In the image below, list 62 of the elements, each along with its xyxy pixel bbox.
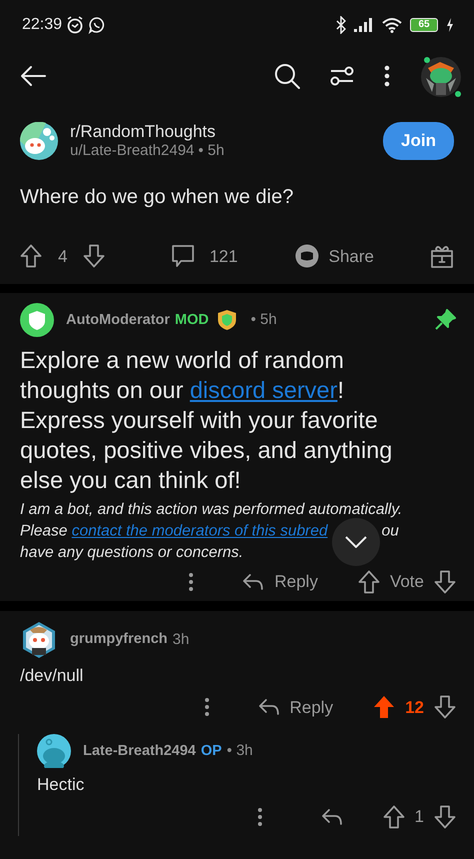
user-avatar-icon[interactable] [20, 620, 58, 659]
search-icon[interactable] [274, 63, 300, 89]
upvote-icon[interactable] [20, 244, 42, 268]
upvote-icon[interactable] [358, 570, 380, 594]
user-flair: MOD [174, 310, 209, 330]
alarm-icon [66, 16, 84, 34]
gift-icon[interactable] [430, 244, 454, 268]
vote-count: 12 [405, 696, 424, 719]
downvote-icon[interactable] [434, 695, 456, 720]
comment-time: • 5h [250, 310, 277, 330]
battery-icon: 65 [410, 18, 438, 32]
signal-icon [354, 18, 374, 32]
downvote-icon[interactable] [434, 570, 456, 594]
user-flair: OP [200, 742, 222, 761]
charging-icon [446, 18, 454, 32]
reply-icon [242, 572, 264, 591]
wifi-icon [382, 17, 402, 33]
comment-author[interactable]: grumpyfrench [70, 629, 168, 651]
post-author[interactable]: u/Late-Breath2494 [70, 142, 194, 160]
upvote-icon[interactable] [382, 804, 405, 829]
chevron-down-icon [344, 536, 367, 548]
comment-text: Hectic [37, 774, 86, 796]
menu-icon[interactable] [384, 65, 390, 87]
reply-icon [258, 698, 280, 716]
filter-icon[interactable] [330, 65, 354, 87]
comment-author[interactable]: Late-Breath2494 [83, 740, 196, 762]
comment-icon [171, 244, 196, 268]
post-time: • 5h [198, 142, 224, 160]
more-icon[interactable] [204, 697, 210, 718]
chat-icon [88, 16, 106, 34]
more-icon[interactable] [256, 806, 263, 827]
share-app-icon [294, 244, 319, 268]
comment-time: 3h [172, 630, 190, 650]
reply-button[interactable]: Reply [258, 694, 334, 720]
user-avatar-icon[interactable] [37, 734, 71, 768]
post-title: Where do we go when we die? [20, 185, 294, 210]
downvote-icon[interactable] [83, 244, 106, 268]
text-link[interactable]: discord server [190, 377, 338, 404]
comment-text: /dev/null [20, 664, 84, 687]
text-link[interactable]: contact the moderators of this subred [72, 522, 328, 540]
avatar-icon[interactable] [420, 54, 462, 98]
more-icon[interactable] [188, 572, 194, 592]
back-icon[interactable] [20, 65, 46, 87]
bot-notice: I am a bot, and this action was performed automatically. Please contact the moderators of this subred ou have any questions or concerns. [20, 499, 456, 563]
bluetooth-icon [336, 16, 346, 34]
reply-button[interactable]: Reply [242, 569, 318, 595]
comment-time: • 3h [226, 741, 253, 762]
clock-time: 22:39 [22, 15, 62, 35]
comments-button[interactable]: 121 [171, 244, 238, 270]
upvote-icon[interactable] [373, 695, 396, 720]
comment-author[interactable]: AutoModerator [66, 310, 170, 332]
vote-count: Vote [390, 571, 424, 594]
moderator-avatar-icon[interactable] [20, 303, 54, 338]
downvote-icon[interactable] [434, 804, 456, 829]
community-icon[interactable] [20, 122, 58, 160]
vote-count: 4 [58, 246, 68, 268]
join-button[interactable]: Join [383, 122, 454, 160]
vote-count: 1 [414, 806, 424, 828]
community-name[interactable]: r/RandomThoughts [70, 122, 224, 142]
reply-icon[interactable] [320, 808, 343, 826]
comment-heading: Explore a new world of random thoughts on our discord server! Express yourself with your favorite quotes, positive vibes, and anything else you can think of! [20, 346, 394, 496]
share-button[interactable]: Share [294, 244, 374, 270]
